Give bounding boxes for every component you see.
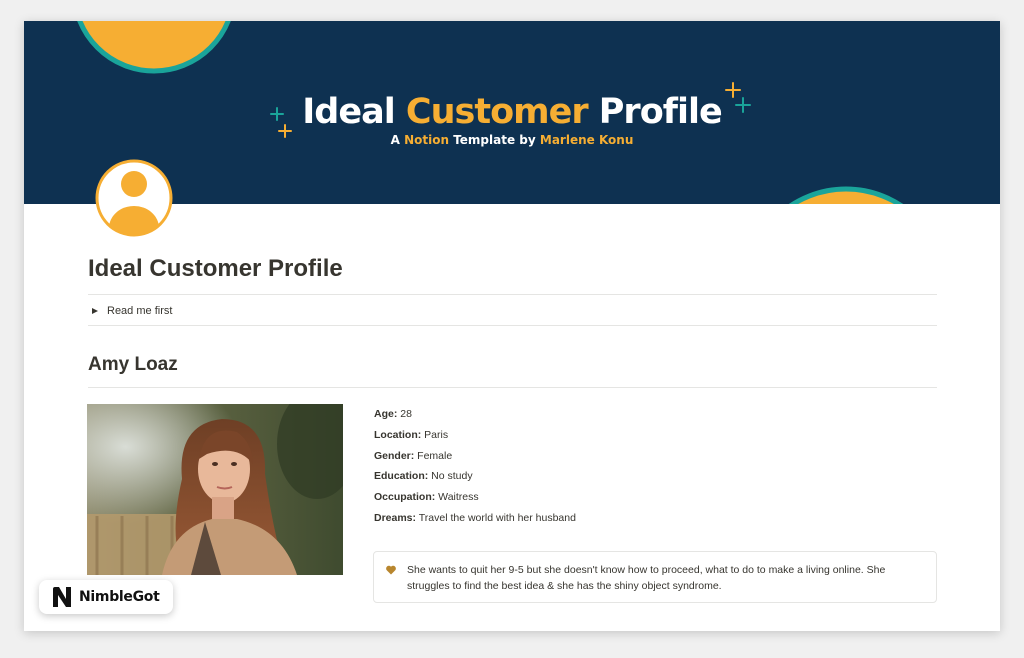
callout-text: She wants to quit her 9-5 but she doesn'… <box>407 564 886 592</box>
n-logo-icon <box>53 587 71 607</box>
toggle-label: Read me first <box>107 305 173 317</box>
page-title: Ideal Customer Profile <box>88 255 343 282</box>
fact-value: Travel the world with her husband <box>416 511 576 524</box>
banner-title-part1: Ideal <box>302 92 406 132</box>
fact-occupation: Occupation: Waitress <box>374 487 934 508</box>
banner-title-accent: Customer <box>405 92 589 132</box>
banner-title-part2: Profile <box>587 92 723 132</box>
read-me-toggle[interactable]: Read me first <box>88 302 172 320</box>
banner-subtitle-accent2: Marlene Konu <box>539 133 634 147</box>
banner-title: Ideal Customer Profile <box>24 91 1000 133</box>
fact-label: Gender: <box>374 449 415 462</box>
fact-location: Location: Paris <box>374 425 934 446</box>
triangle-right-icon[interactable] <box>92 308 98 314</box>
persona-photo <box>87 404 343 575</box>
fact-value: 28 <box>397 408 412 420</box>
heart-icon[interactable] <box>385 564 397 576</box>
banner-subtitle: A Notion Template by Marlene Konu <box>24 132 1000 148</box>
divider <box>88 325 937 326</box>
fact-value: No study <box>428 470 473 483</box>
user-avatar-icon[interactable] <box>94 158 174 238</box>
fact-label: Dreams: <box>374 511 417 524</box>
notion-page: Ideal Customer Profile A Notion Template… <box>24 21 1000 631</box>
fact-label: Age: <box>374 408 398 420</box>
fact-education: Education: No study <box>374 466 934 487</box>
fact-label: Occupation: <box>374 491 436 504</box>
nimblegot-watermark: NimbleGot <box>39 580 173 614</box>
fact-gender: Gender: Female <box>374 446 934 467</box>
banner-subtitle-part2: Template by <box>449 133 540 147</box>
persona-name-heading: Amy Loaz <box>88 354 178 375</box>
fact-value: Paris <box>421 428 449 441</box>
divider <box>88 387 937 388</box>
fact-age: Age: 28 <box>374 404 934 425</box>
fact-label: Education: <box>374 470 429 483</box>
pain-point-callout[interactable]: She wants to quit her 9-5 but she doesn'… <box>373 551 937 603</box>
banner-subtitle-accent1: Notion <box>404 133 450 147</box>
divider <box>88 294 937 295</box>
persona-facts: Age: 28 Location: Paris Gender: Female E… <box>374 404 934 529</box>
fact-value: Female <box>414 449 453 462</box>
fact-label: Location: <box>374 428 422 441</box>
banner-subtitle-part1: A <box>390 133 405 147</box>
fact-dreams: Dreams: Travel the world with her husban… <box>374 508 934 529</box>
fact-value: Waitress <box>435 491 479 504</box>
brand-name: NimbleGot <box>79 589 160 605</box>
